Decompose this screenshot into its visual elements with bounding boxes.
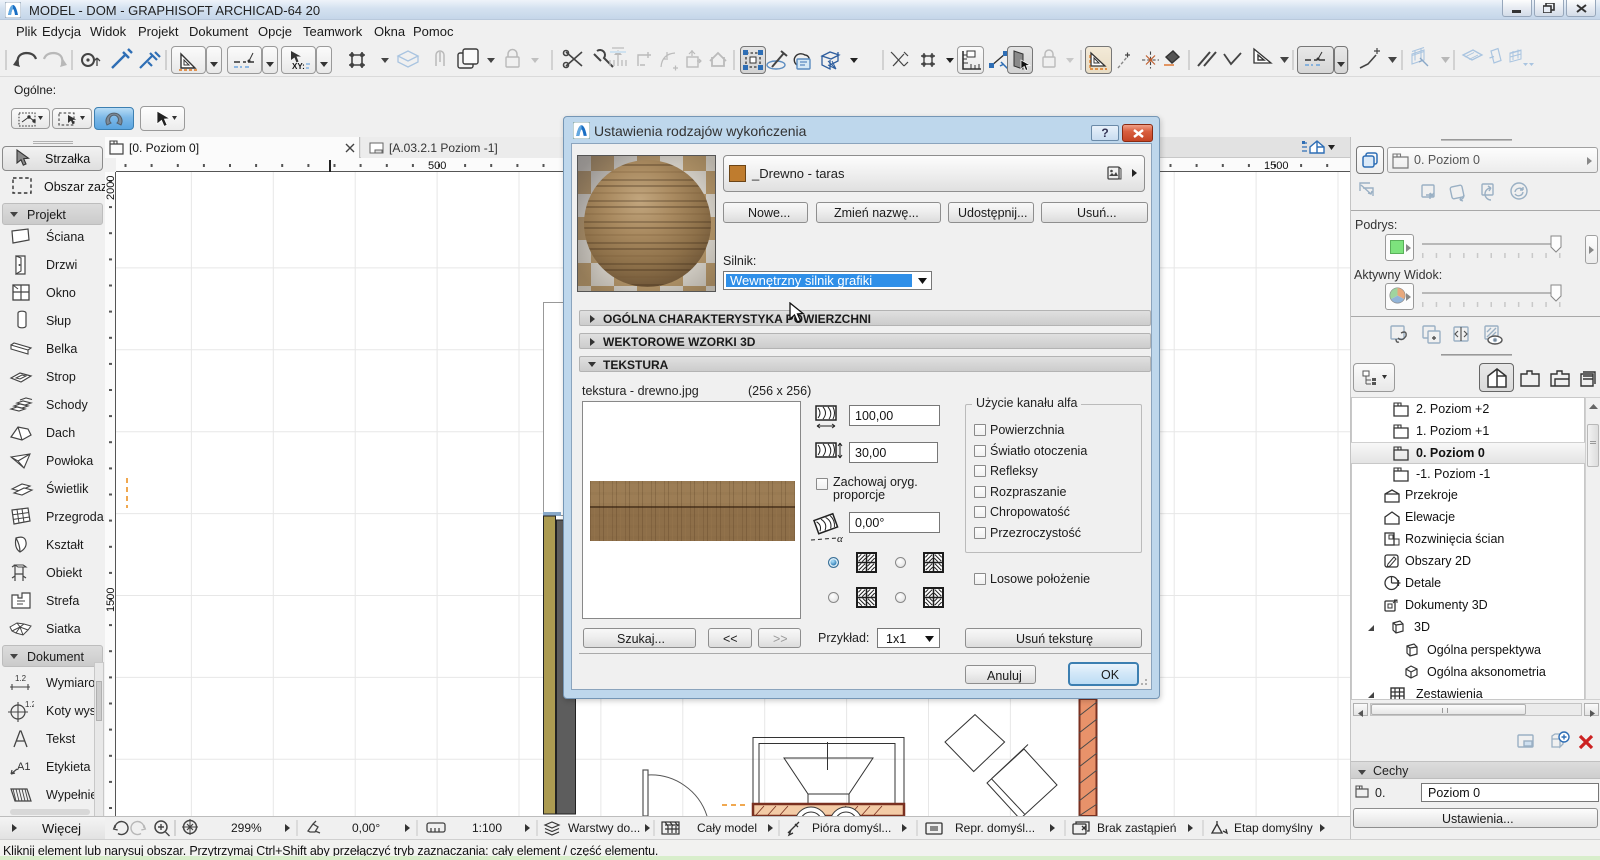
svg-text:α: α	[837, 533, 843, 544]
svg-text:1500: 1500	[105, 588, 116, 612]
svg-text:1.2: 1.2	[25, 700, 34, 709]
svg-text:1500: 1500	[1264, 160, 1288, 172]
svg-text:500: 500	[428, 160, 446, 172]
svg-text:1.2: 1.2	[15, 674, 27, 683]
svg-text:2000: 2000	[105, 176, 116, 200]
svg-text:A1: A1	[17, 761, 30, 773]
